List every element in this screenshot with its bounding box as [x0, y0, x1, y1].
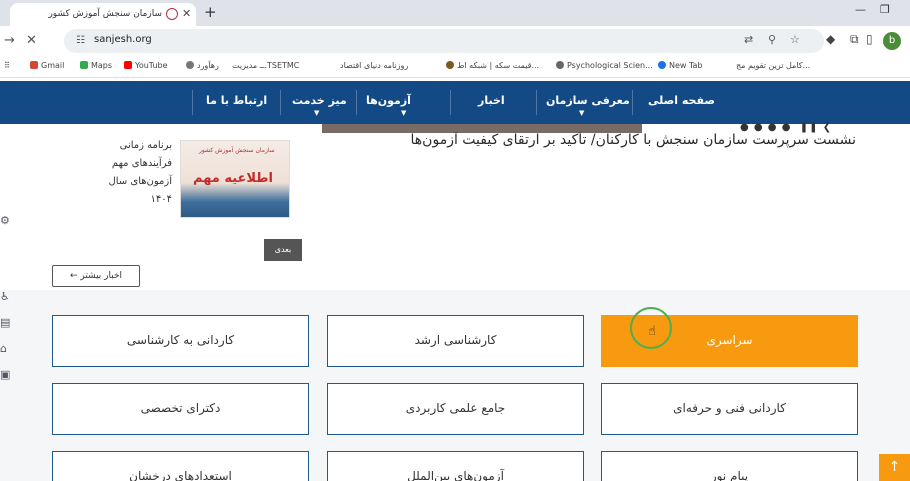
zoom-icon[interactable]: ⚲ [768, 33, 776, 46]
notice-org-name: سازمان سنجش آموزش کشور [199, 147, 275, 154]
nav-divider [450, 90, 451, 115]
new-tab-icon[interactable]: + [204, 3, 217, 21]
bookmark-item[interactable]: Psychological Scien... [556, 61, 653, 70]
restore-icon[interactable]: ❐ [880, 3, 890, 16]
bookmark-star-icon[interactable]: ☆ [790, 33, 800, 46]
image-icon[interactable]: ▣ [0, 368, 10, 381]
nav-divider [632, 90, 633, 115]
bookmark-item[interactable]: روزنامه دنیای اقتصاد [340, 61, 408, 70]
nav-about[interactable]: معرفی سازمان [546, 94, 630, 107]
category-masters-button[interactable]: کارشناسی ارشد [327, 315, 584, 367]
schedule-line[interactable]: فرآیندهای مهم [32, 158, 172, 169]
translate-icon[interactable]: ⇄ [744, 33, 753, 46]
nav-news[interactable]: اخبار [478, 94, 505, 107]
nav-divider [536, 90, 537, 115]
schedule-line[interactable]: برنامه زمانی [32, 140, 172, 151]
minimize-icon[interactable]: — [855, 3, 866, 16]
bookmark-item[interactable]: Maps [80, 61, 112, 70]
next-news-button[interactable]: بعدی [264, 239, 302, 261]
scroll-to-top-button[interactable]: ↑ [879, 454, 910, 481]
bookmark-item[interactable]: New Tab [658, 61, 703, 70]
browser-tabstrip: سازمان سنجش آموزش کشور ✕ + — ❐ [0, 0, 910, 26]
browser-toolbar: → ✕ ☷ sanjesh.org ⇄ ⚲ ☆ ◆ ⧉ ▯ b [0, 26, 910, 56]
site-info-icon[interactable]: ☷ [76, 35, 85, 46]
schedule-line[interactable]: آزمون‌های سال [32, 176, 173, 187]
category-associate-to-bachelor-button[interactable]: کاردانی به کارشناسی [52, 315, 309, 367]
bookmark-item[interactable]: YouTube [124, 61, 168, 70]
nav-exams[interactable]: آزمون‌ها [366, 94, 411, 107]
sanjesh-website: صفحه اصلی معرفی سازمان ▼ اخبار آزمون‌ها … [0, 78, 910, 481]
site-favicon-icon [446, 61, 454, 69]
home-icon[interactable]: ⌂ [0, 342, 7, 355]
tab-title: سازمان سنجش آموزش کشور [48, 9, 162, 19]
news-headline[interactable]: نشست سرپرست سازمان سنجش با کارکنان/ تأکی… [326, 132, 856, 152]
site-favicon-icon [166, 8, 178, 20]
close-tab-icon[interactable]: ✕ [182, 7, 191, 20]
schedule-line[interactable]: ۱۴۰۴ [32, 194, 172, 205]
bookmark-item[interactable]: TSETMC.ــ مدیریت [232, 61, 299, 70]
nav-service-desk[interactable]: میز خدمت [292, 94, 347, 107]
nav-divider [280, 90, 281, 115]
nav-divider [356, 90, 357, 115]
chevron-down-icon: ▼ [401, 109, 407, 117]
browser-tab[interactable]: سازمان سنجش آموزش کشور ✕ [10, 3, 196, 26]
category-talented-button[interactable]: استعدادهای درخشان [52, 451, 309, 481]
notice-title: اطلاعیه مهم [193, 171, 273, 186]
document-icon[interactable]: ▤ [0, 316, 10, 329]
new-tab-favicon-icon [658, 61, 666, 69]
stop-loading-icon[interactable]: ✕ [26, 33, 37, 48]
maps-icon [80, 61, 88, 69]
notice-thumbnail[interactable]: سازمان سنجش آموزش کشور اطلاعیه مهم [180, 140, 290, 218]
chevron-down-icon: ▼ [314, 109, 320, 117]
category-applied-science-button[interactable]: جامع علمی کاربردی [327, 383, 584, 435]
forward-icon[interactable]: → [4, 33, 15, 48]
extensions-puzzle-icon[interactable]: ⧉ [850, 32, 859, 47]
address-bar[interactable]: ☷ sanjesh.org ⇄ ⚲ ☆ [64, 29, 824, 53]
nav-divider [192, 90, 193, 115]
globe-icon [556, 61, 564, 69]
split-view-icon[interactable]: ▯ [866, 32, 873, 46]
bookmark-item[interactable]: کامل ترین تقویم مج... [736, 61, 810, 70]
extension-icon[interactable]: ◆ [826, 32, 835, 46]
category-international-button[interactable]: آزمون‌های بین‌الملل [327, 451, 584, 481]
main-navbar: صفحه اصلی معرفی سازمان ▼ اخبار آزمون‌ها … [0, 81, 910, 124]
profile-avatar[interactable]: b [883, 32, 901, 50]
bookmarks-bar: ⠿ Gmail Maps YouTube رهآورد TSETMC.ــ مد… [0, 56, 910, 78]
category-phd-button[interactable]: دکترای تخصصی [52, 383, 309, 435]
pointer-cursor-icon: ☝ [648, 324, 656, 339]
url-text[interactable]: sanjesh.org [94, 34, 152, 45]
gmail-icon [30, 61, 38, 69]
settings-gear-icon[interactable]: ⚙ [0, 214, 10, 227]
bookmark-item[interactable]: قیمت سکه | شبکه اط... [446, 61, 539, 70]
bookmark-item[interactable]: Gmail [30, 61, 64, 70]
youtube-icon [124, 61, 132, 69]
category-technical-vocational-button[interactable]: کاردانی فنی و حرفه‌ای [601, 383, 858, 435]
nav-home[interactable]: صفحه اصلی [648, 94, 715, 107]
location-pin-icon [186, 61, 194, 69]
chevron-down-icon: ▼ [579, 109, 585, 117]
accessibility-icon[interactable]: ♿ [0, 290, 10, 303]
nav-contact[interactable]: ارتباط با ما [206, 94, 267, 107]
bookmark-item[interactable]: رهآورد [186, 61, 219, 70]
more-news-button[interactable]: اخبار بیشتر ← [52, 265, 140, 287]
apps-grid-icon[interactable]: ⠿ [4, 61, 10, 70]
category-payame-noor-button[interactable]: پیام نور [601, 451, 858, 481]
